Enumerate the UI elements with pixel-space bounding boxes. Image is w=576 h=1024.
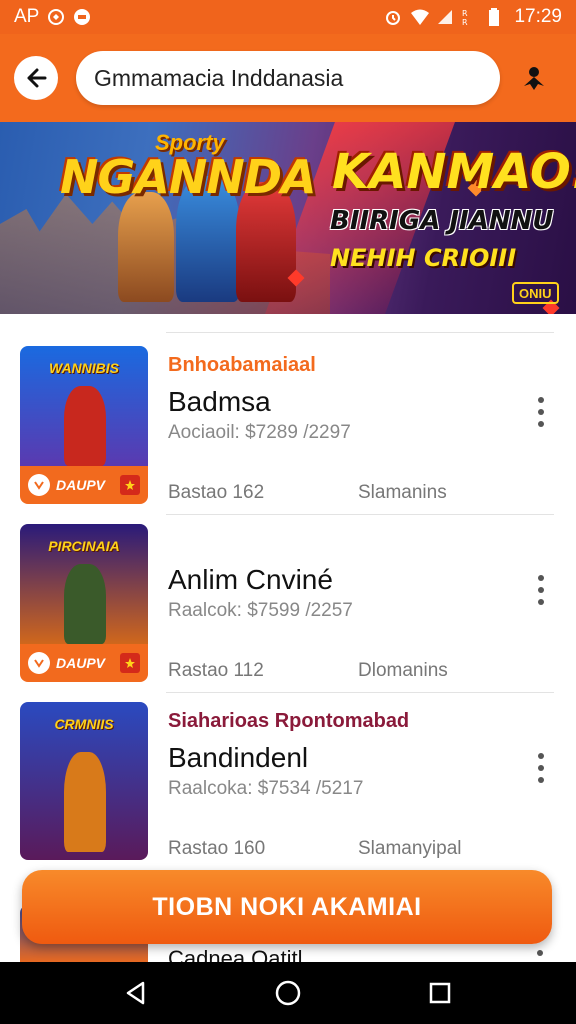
thumbnail-footer-left: DAUPV xyxy=(28,652,105,674)
arrow-left-icon xyxy=(27,68,47,88)
thumbnail-label: DAUPV xyxy=(56,477,106,493)
thumbnail-footer: DAUPV xyxy=(20,466,148,504)
banner-hero-figure xyxy=(118,192,174,302)
item-left-stat: Rastao 112 xyxy=(168,660,264,681)
ninja-icon xyxy=(524,67,544,90)
item-left-stat: Rastao 160 xyxy=(168,838,266,859)
app-header: Gmmamacia Inddanasia xyxy=(0,34,576,122)
divider xyxy=(166,332,554,333)
thumbnail-figure xyxy=(64,386,106,466)
system-nav-bar xyxy=(0,962,576,1024)
alarm-icon xyxy=(384,8,402,26)
back-button[interactable] xyxy=(14,56,58,100)
status-bar: AP RR 17:29 xyxy=(0,0,576,34)
banner-tagline-2: NEHIH CRIOIII xyxy=(330,244,517,272)
triangle-back-icon xyxy=(126,981,145,1005)
status-app-text: AP xyxy=(14,6,40,27)
item-title: Bandindenl xyxy=(168,742,309,773)
banner-tagline-1: BIIRIGA JIANNU xyxy=(330,206,554,236)
thumbnail-title: CRMNIIS xyxy=(54,716,114,732)
game-list[interactable]: WANNIBIS DAUPV Bnhoabamaiaal Badmsa Aoci… xyxy=(0,314,576,962)
signal-icon xyxy=(436,8,454,26)
item-title: Anlim Cnviné xyxy=(168,564,333,595)
game-thumbnail[interactable]: WANNIBIS DAUPV xyxy=(20,346,148,504)
game-thumbnail[interactable]: CRMNIIS xyxy=(20,702,148,860)
item-category: Bnhoabamaiaal xyxy=(168,354,316,376)
status-time: 17:29 xyxy=(514,6,562,27)
item-meta: Aociaoil: $7289 /2297 xyxy=(168,422,351,443)
circle-home-icon xyxy=(275,980,301,1006)
battery-icon xyxy=(488,8,506,26)
search-value: Gmmamacia Inddanasia xyxy=(94,64,344,91)
status-right: RR 17:29 xyxy=(384,6,562,28)
list-item[interactable]: CRMNIIS Siaharioas Rpontomabad Bandinden… xyxy=(0,702,576,880)
thumbnail-footer: DAUPV xyxy=(20,644,148,682)
item-left-stat: Bastao 162 xyxy=(168,482,265,503)
data-icon: RR xyxy=(462,8,480,27)
item-right-stat: Slamanyipal xyxy=(358,838,462,859)
list-item[interactable]: WANNIBIS DAUPV Bnhoabamaiaal Badmsa Aoci… xyxy=(0,346,576,524)
list-item[interactable]: PIRCINAIA DAUPV Anlim Cnviné Raalcok: $7… xyxy=(0,524,576,702)
promo-banner[interactable]: Sporty NGANNDA KANMAO! BIIRIGA JIANNU NE… xyxy=(0,122,576,314)
item-right-stat: Slamanins xyxy=(358,482,447,503)
svg-text:R: R xyxy=(462,9,468,18)
star-badge-icon xyxy=(120,475,140,495)
item-meta: Raalcoka: $7534 /5217 xyxy=(168,778,364,799)
svg-text:R: R xyxy=(462,18,468,26)
item-title: Cadnea Qatitl xyxy=(168,946,303,962)
status-left: AP xyxy=(14,6,91,28)
search-input[interactable]: Gmmamacia Inddanasia xyxy=(76,51,500,105)
banner-badge: ONIU xyxy=(512,282,559,304)
nav-recents-button[interactable] xyxy=(420,973,460,1013)
nav-home-button[interactable] xyxy=(268,973,308,1013)
more-options-icon[interactable] xyxy=(530,394,552,430)
more-options-icon[interactable] xyxy=(537,950,543,956)
square-recents-icon xyxy=(429,982,451,1004)
thumbnail-title: PIRCINAIA xyxy=(48,538,120,554)
nav-back-button[interactable] xyxy=(116,973,156,1013)
thumbnail-label: DAUPV xyxy=(56,655,106,671)
notification-icon xyxy=(47,8,65,26)
play-icon xyxy=(28,474,50,496)
banner-title-left: NGANNDA xyxy=(60,150,317,204)
banner-title-right: KANMAO! xyxy=(332,144,576,200)
star-badge-icon xyxy=(120,653,140,673)
thumbnail-art: WANNIBIS xyxy=(20,346,148,466)
play-icon xyxy=(28,652,50,674)
thumbnail-art: CRMNIIS xyxy=(20,702,148,860)
thumbnail-footer-left: DAUPV xyxy=(28,474,105,496)
item-meta: Raalcok: $7599 /2257 xyxy=(168,600,353,621)
item-right-stat: Dlomanins xyxy=(358,660,448,681)
more-options-icon[interactable] xyxy=(530,572,552,608)
game-thumbnail[interactable]: PIRCINAIA DAUPV xyxy=(20,524,148,682)
wifi-icon xyxy=(410,8,430,26)
thumbnail-figure xyxy=(64,752,106,852)
profile-button[interactable] xyxy=(518,62,550,94)
item-category: Siaharioas Rpontomabad xyxy=(168,710,410,732)
primary-cta-button[interactable]: TIOBN NOKI AKAMIAI xyxy=(22,870,552,944)
thumbnail-art: PIRCINAIA xyxy=(20,524,148,644)
divider xyxy=(166,692,554,693)
game-notification-icon xyxy=(73,8,91,26)
more-options-icon[interactable] xyxy=(530,750,552,786)
item-title: Badmsa xyxy=(168,386,271,417)
thumbnail-figure xyxy=(64,564,106,644)
thumbnail-title: WANNIBIS xyxy=(49,360,119,376)
app-screen: AP RR 17:29 Gmmamacia Inddanasia Sporty … xyxy=(0,0,576,1024)
divider xyxy=(166,514,554,515)
